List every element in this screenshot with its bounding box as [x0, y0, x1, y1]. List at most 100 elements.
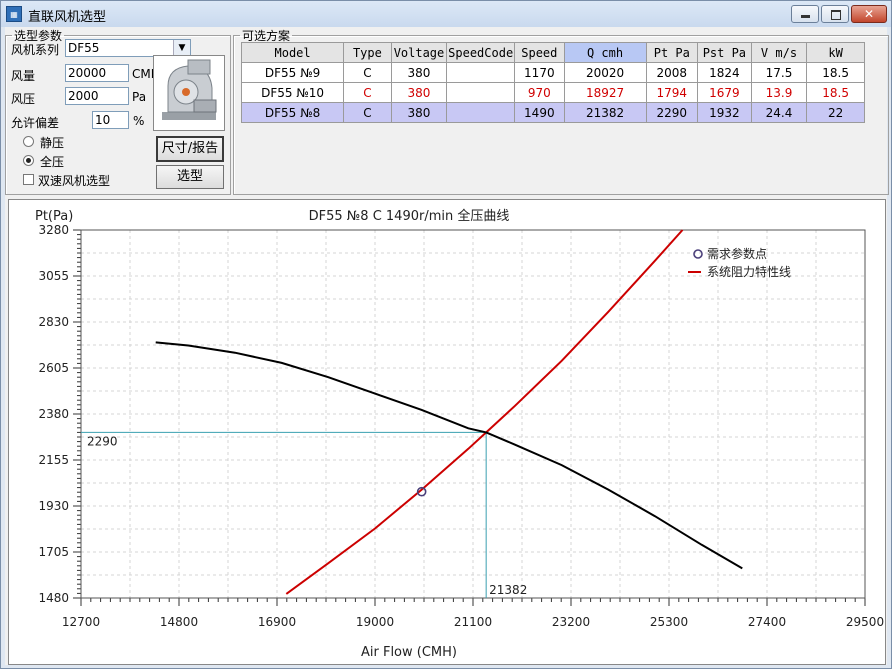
minimize-button[interactable]	[791, 5, 819, 23]
maximize-icon	[831, 10, 841, 20]
x-tick-label: 27400	[748, 615, 786, 629]
radio-total-label: 全压	[40, 155, 65, 169]
col-kw[interactable]: kW	[806, 42, 865, 63]
tolerance-input[interactable]: 10	[92, 111, 129, 129]
fan-image	[153, 55, 225, 131]
col-voltage[interactable]: Voltage	[390, 42, 448, 63]
table-cell: C	[343, 82, 392, 103]
pressure-unit: Pa	[132, 90, 147, 104]
client-area: 选型参数 风机系列 DF55 ▼ 风量 20000 CMH 风压 2000 Pa…	[5, 27, 889, 665]
table-cell: 20020	[563, 62, 647, 83]
table-cell: 18927	[563, 82, 647, 103]
dual-speed-label: 双速风机选型	[38, 174, 111, 188]
chart-series	[155, 229, 743, 595]
y-tick-label: 2155	[38, 453, 69, 467]
table-cell: 1490	[514, 102, 565, 123]
window-title: 直联风机选型	[28, 10, 107, 25]
y-tick-label: 3280	[38, 223, 69, 237]
table-cell: DF55 №9	[240, 62, 345, 83]
operating-point-y-label: 2290	[87, 434, 118, 448]
chevron-down-icon[interactable]: ▼	[173, 40, 190, 56]
series-value: DF55	[68, 41, 100, 55]
chart-panel: 12700 14800 16900 19000 21100 23200 25300 27400…	[8, 199, 886, 665]
x-tick-label: 25300	[650, 615, 688, 629]
y-tick-label: 1930	[38, 499, 69, 513]
x-tick-label: 12700	[62, 615, 100, 629]
table-cell: 18.5	[806, 82, 865, 103]
table-cell: 17.5	[750, 62, 808, 83]
x-tick-label: 21100	[454, 615, 492, 629]
col-type[interactable]: Type	[343, 42, 392, 63]
table-cell: 380	[390, 62, 448, 83]
title-bar[interactable]: ▦ 直联风机选型 ✕	[1, 1, 891, 27]
system-resistance-curve	[285, 229, 684, 595]
y-tick-label: 1705	[38, 545, 69, 559]
y-axis-label: Pt(Pa)	[35, 209, 73, 224]
table-cell: C	[343, 102, 392, 123]
radio-total[interactable]	[23, 155, 34, 166]
table-cell: 1932	[697, 102, 752, 123]
legend-system-label: 系统阻力特性线	[707, 264, 791, 279]
report-button[interactable]: 尺寸/报告	[156, 136, 224, 162]
col-v[interactable]: V m/s	[750, 42, 808, 63]
pressure-input[interactable]: 2000	[65, 87, 129, 105]
select-button[interactable]: 选型	[156, 165, 224, 189]
chart-grid	[80, 229, 866, 599]
col-speed[interactable]: Speed	[514, 42, 565, 63]
x-tick-label: 14800	[160, 615, 198, 629]
y-tick-label: 1480	[38, 591, 69, 605]
table-cell: 21382	[563, 102, 647, 123]
table-cell: 1679	[697, 82, 752, 103]
legend-marker-demand	[693, 249, 703, 259]
table-cell: 18.5	[806, 62, 865, 83]
chart-title: DF55 №8 C 1490r/min 全压曲线	[309, 208, 510, 224]
series-label: 风机系列	[11, 43, 60, 57]
operating-point-x-label: 21382	[489, 583, 527, 597]
tolerance-unit: %	[133, 114, 145, 128]
y-tick-label: 2830	[38, 315, 69, 329]
col-pst[interactable]: Pst Pa	[697, 42, 752, 63]
main-window: ▦ 直联风机选型 ✕ 选型参数 风机系列 DF55 ▼ 风量 20000 CMH…	[0, 0, 892, 669]
performance-chart: 12700 14800 16900 19000 21100 23200 25300 27400…	[35, 208, 884, 660]
x-tick-label: 23200	[552, 615, 590, 629]
col-speedcode[interactable]: SpeedCode	[446, 42, 516, 63]
col-pt[interactable]: Pt Pa	[645, 42, 699, 63]
table-cell: DF55 №8	[240, 102, 345, 123]
radio-static[interactable]	[23, 136, 34, 147]
fan-pressure-curve	[155, 341, 743, 570]
table-header-row: Model Type Voltage SpeedCode Speed Q cmh…	[240, 42, 865, 63]
table-cell: 380	[390, 82, 448, 103]
table-cell: 24.4	[750, 102, 808, 123]
table-cell: 1824	[697, 62, 752, 83]
col-q[interactable]: Q cmh	[563, 42, 647, 63]
table-row-selected[interactable]: DF55 №8 C 380 1490 21382 2290 1932 24.4 …	[240, 102, 865, 123]
table-cell: 2008	[645, 62, 699, 83]
table-cell: 2290	[645, 102, 699, 123]
chart-legend: 需求参数点 系统阻力特性线	[688, 246, 791, 279]
table-cell: C	[343, 62, 392, 83]
table-cell: 1170	[514, 62, 565, 83]
col-model[interactable]: Model	[240, 42, 345, 63]
legend-demand-label: 需求参数点	[707, 246, 767, 261]
x-tick-label: 29500	[846, 615, 884, 629]
close-icon: ✕	[863, 7, 875, 21]
table-cell	[446, 82, 516, 103]
close-button[interactable]: ✕	[851, 5, 887, 23]
options-table: Model Type Voltage SpeedCode Speed Q cmh…	[240, 42, 865, 123]
fan-icon	[162, 59, 217, 120]
radio-static-label: 静压	[40, 136, 65, 150]
y-tick-label: 2605	[38, 361, 69, 375]
table-row[interactable]: DF55 №10 C 380 970 18927 1794 1679 13.9 …	[240, 82, 865, 103]
y-tick-label: 2380	[38, 407, 69, 421]
table-row[interactable]: DF55 №9 C 380 1170 20020 2008 1824 17.5 …	[240, 62, 865, 83]
table-cell: 380	[390, 102, 448, 123]
pressure-label: 风压	[11, 92, 36, 106]
tolerance-label: 允许偏差	[11, 116, 60, 130]
dual-speed-checkbox[interactable]	[23, 174, 34, 185]
maximize-button[interactable]	[821, 5, 849, 23]
airflow-input[interactable]: 20000	[65, 64, 129, 82]
airflow-label: 风量	[11, 69, 36, 83]
minimize-icon	[801, 15, 810, 18]
table-cell	[446, 102, 516, 123]
x-axis-label: Air Flow (CMH)	[361, 645, 457, 660]
